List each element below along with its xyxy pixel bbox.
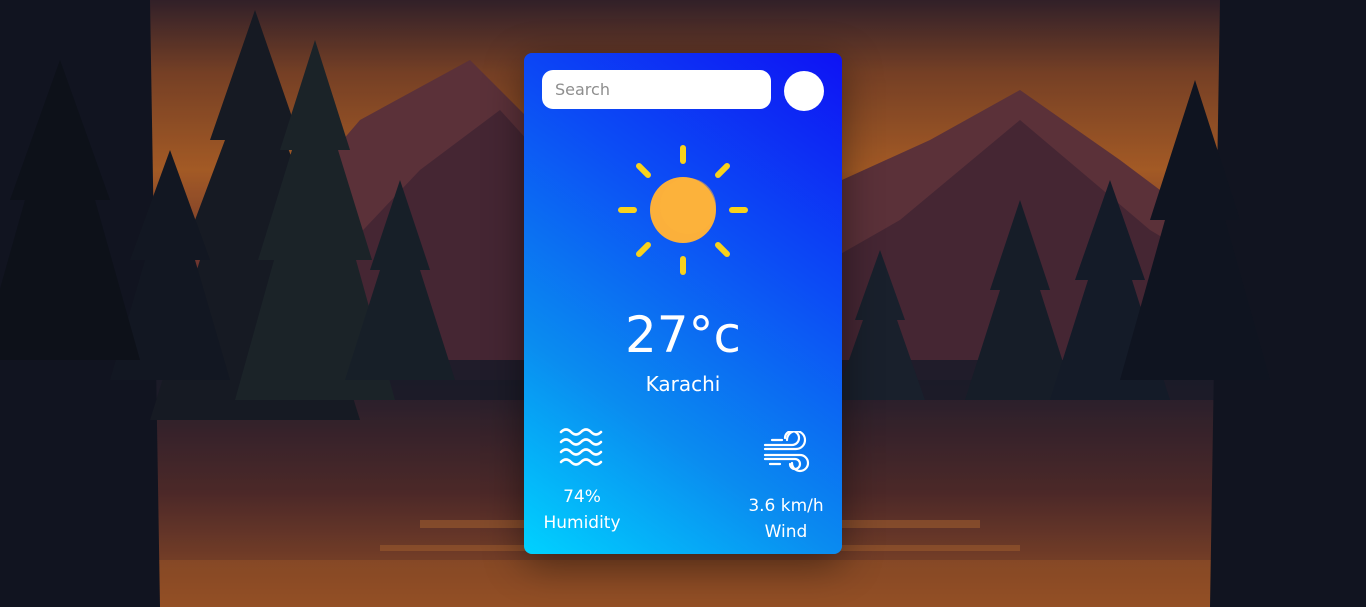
wind-icon xyxy=(736,429,836,483)
humidity-value: 74% xyxy=(563,487,601,507)
wind-label: Wind xyxy=(764,522,808,542)
waves-icon xyxy=(532,426,632,478)
temperature: 27°c xyxy=(624,306,742,364)
city-name: Karachi xyxy=(645,372,721,396)
wind-panel: 3.6 km/h Wind xyxy=(736,429,836,545)
weather-card: 27°c Karachi 74% Humidity xyxy=(524,53,842,554)
wind-value: 3.6 km/h xyxy=(748,496,824,516)
search-input[interactable] xyxy=(542,70,771,109)
search-button[interactable] xyxy=(784,71,824,111)
humidity-panel: 74% Humidity xyxy=(532,426,632,536)
humidity-label: Humidity xyxy=(543,513,621,533)
sun-icon xyxy=(616,143,750,277)
